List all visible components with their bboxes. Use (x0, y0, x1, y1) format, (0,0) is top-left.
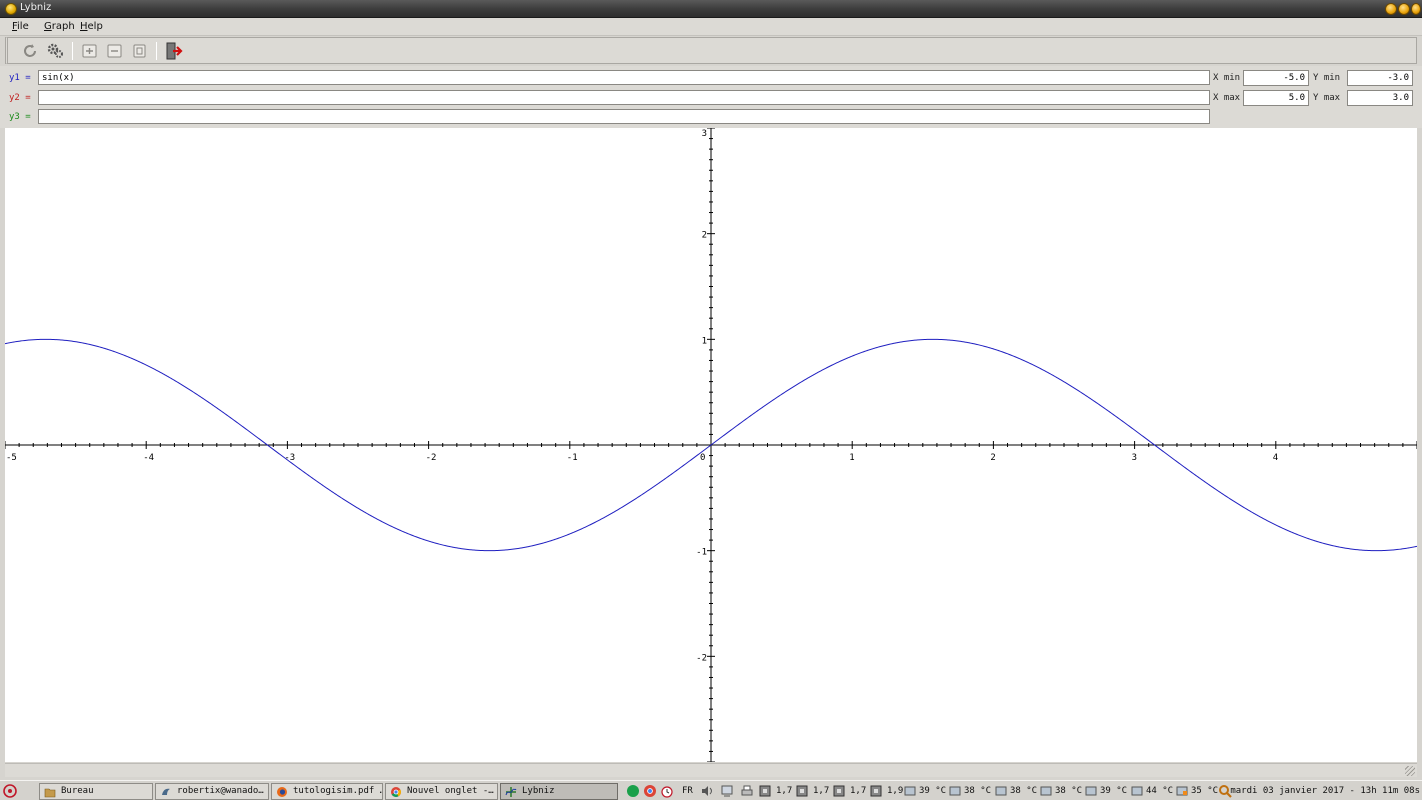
settings-icon[interactable] (45, 41, 65, 61)
function-panel: y1 = y2 = y3 = X min Y min X max Y max (0, 66, 1422, 128)
y-tick-label: 3 (702, 129, 707, 139)
xmin-input[interactable] (1243, 70, 1309, 86)
menu-help[interactable]: Help (80, 21, 103, 32)
cpu-icon (833, 785, 845, 797)
xmax-input[interactable] (1243, 90, 1309, 106)
y-tick-label: 2 (702, 231, 707, 241)
volume-icon[interactable] (700, 784, 714, 798)
reload-icon[interactable] (20, 41, 40, 61)
y2-label: y2 = (9, 93, 31, 103)
x-tick-label: 0 (700, 453, 705, 463)
window-menu-icon[interactable] (5, 3, 17, 15)
task-label: tutologisim.pdf … (293, 786, 383, 796)
firefox-icon (277, 787, 287, 797)
zoom-out-icon[interactable] (105, 41, 125, 61)
ymax-label: Y max (1313, 93, 1341, 103)
status-bar (5, 763, 1417, 777)
alarm-clock-icon[interactable] (660, 784, 674, 798)
temperature-icon (995, 786, 1007, 796)
x-tick-label: -4 (143, 453, 154, 463)
temperature-icon (904, 786, 916, 796)
temperature-value: 38 °C (1055, 786, 1083, 796)
chrome-tray-icon[interactable] (643, 784, 657, 798)
task-mail[interactable]: robertix@wanado… (155, 783, 269, 800)
cpu-value: 1,9 (887, 786, 904, 796)
task-chrome[interactable]: Nouvel onglet -… (385, 783, 498, 800)
zoom-reset-icon[interactable] (130, 41, 150, 61)
clock[interactable]: mardi 03 janvier 2017 - 13h 11m 08s (1230, 786, 1420, 796)
x-tick-label: 2 (990, 453, 995, 463)
temperature-value: 39 °C (1100, 786, 1128, 796)
zoom-in-icon[interactable] (80, 41, 100, 61)
cpu-value: 1,7 (776, 786, 793, 796)
lybniz-window: Lybniz File Graph Help y1 = sin(x) y2 = … (0, 0, 1422, 800)
x-tick-label: -1 (567, 453, 578, 463)
temperature-icon (1131, 786, 1143, 796)
close-button[interactable] (1411, 3, 1421, 15)
task-label: Bureau (61, 786, 94, 796)
maximize-button[interactable] (1398, 3, 1410, 15)
task-lybniz[interactable]: Lybniz (500, 783, 618, 800)
ymax-input[interactable] (1347, 90, 1413, 106)
temperature-icon (1176, 786, 1188, 796)
y-tick-label: -2 (696, 653, 707, 663)
folder-icon (44, 788, 56, 798)
temperature-icon (949, 786, 961, 796)
window-title: Lybniz (20, 2, 52, 13)
y3-label: y3 = (9, 112, 31, 122)
temperature-icon (1040, 786, 1052, 796)
minimize-button[interactable] (1385, 3, 1397, 15)
cpu-icon (759, 785, 771, 797)
task-bureau[interactable]: Bureau (39, 783, 153, 800)
chrome-icon (391, 787, 401, 797)
task-label: Lybniz (522, 786, 555, 796)
title-bar[interactable]: Lybniz (0, 0, 1422, 18)
task-firefox[interactable]: tutologisim.pdf … (271, 783, 383, 800)
y1-input[interactable] (38, 70, 1210, 85)
temperature-value: 39 °C (919, 786, 947, 796)
y-tick-label: -1 (696, 548, 707, 558)
status-dot-icon[interactable] (626, 784, 640, 798)
x-tick-label: 4 (1273, 453, 1278, 463)
cpu-value: 1,7 (813, 786, 830, 796)
ymin-input[interactable] (1347, 70, 1413, 86)
menu-bar: File Graph Help (0, 18, 1422, 36)
x-tick-label: -5 (6, 453, 17, 463)
temperature-icon (1085, 786, 1097, 796)
graph-canvas[interactable]: -5 -4 -3 -2 -1 0 1 2 3 4 -2 -1 1 2 3 (5, 128, 1417, 762)
printer-icon[interactable] (740, 784, 754, 798)
y2-input[interactable] (38, 90, 1210, 105)
resize-grip[interactable] (1405, 766, 1415, 776)
start-menu-icon[interactable] (2, 783, 18, 799)
menu-graph[interactable]: Graph (44, 21, 75, 32)
xmax-label: X max (1213, 93, 1241, 103)
quit-icon[interactable] (164, 41, 184, 61)
task-label: Nouvel onglet -… (407, 786, 494, 796)
ymin-label: Y min (1313, 73, 1341, 83)
cpu-icon (870, 785, 882, 797)
temperature-value: 44 °C (1146, 786, 1174, 796)
xmin-label: X min (1213, 73, 1241, 83)
menu-file[interactable]: File (12, 21, 29, 32)
keyboard-layout[interactable]: FR (682, 786, 693, 796)
y-tick-label: 1 (702, 336, 707, 346)
mail-icon (162, 788, 170, 795)
toolbar (5, 37, 1417, 64)
cpu-value: 1,7 (850, 786, 867, 796)
network-icon[interactable] (720, 784, 734, 798)
x-tick-label: 1 (849, 453, 854, 463)
graph-svg: -5 -4 -3 -2 -1 0 1 2 3 4-2-1123 (5, 128, 1417, 762)
x-tick-label: 3 (1132, 453, 1137, 463)
x-tick-label: -2 (426, 453, 437, 463)
taskbar: Bureau robertix@wanado… tutologisim.pdf … (0, 780, 1422, 800)
task-label: robertix@wanado… (177, 786, 264, 796)
temperature-value: 38 °C (964, 786, 992, 796)
temperature-value: 35 °C (1191, 786, 1219, 796)
cpu-icon (796, 785, 808, 797)
temperature-value: 38 °C (1010, 786, 1038, 796)
y1-label: y1 = (9, 73, 31, 83)
y3-input[interactable] (38, 109, 1210, 124)
lybniz-icon (505, 787, 517, 797)
